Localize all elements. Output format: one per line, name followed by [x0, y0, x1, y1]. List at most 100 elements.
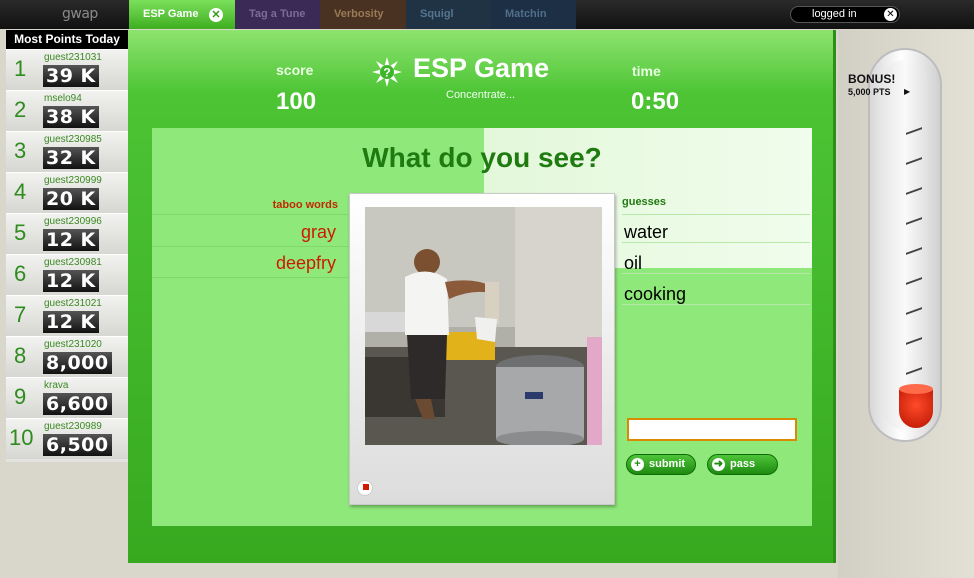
game-subtitle: Concentrate... [446, 89, 516, 101]
submit-button[interactable]: + submit [626, 454, 696, 475]
pass-label: pass [730, 458, 756, 470]
thermometer-fill [899, 384, 933, 428]
guesses-label: guesses [622, 196, 667, 208]
leaderboard-row: 7 guest231021 12 K [6, 295, 128, 336]
guess-item: cooking [624, 284, 687, 304]
pass-button[interactable]: ➜ pass [707, 454, 778, 475]
leaderboard-row: 2 mselo94 38 K [6, 90, 128, 131]
player-name[interactable]: guest230989 [44, 421, 102, 432]
game-title: ESP Game [413, 53, 550, 83]
close-icon[interactable]: ✕ [209, 8, 223, 22]
rank: 2 [14, 97, 27, 122]
player-name[interactable]: guest231021 [44, 298, 102, 309]
time-value: 0:50 [631, 88, 680, 115]
player-score: 8,000 [43, 352, 112, 374]
arrow-right-icon: ➜ [712, 458, 725, 471]
photo-card [349, 193, 615, 505]
player-score: 32 K [43, 147, 99, 169]
leaderboard-row: 8 guest231020 8,000 [6, 336, 128, 377]
close-icon[interactable]: ✕ [884, 8, 897, 21]
tab-esp-game[interactable]: ESP Game ✕ [129, 0, 235, 29]
svg-text:?: ? [383, 66, 390, 80]
player-name[interactable]: guest230999 [44, 175, 102, 186]
tick-mark [906, 217, 922, 225]
player-name[interactable]: guest231031 [44, 52, 102, 63]
tick-mark [906, 277, 922, 285]
player-name[interactable]: guest231020 [44, 339, 102, 350]
rank: 4 [14, 179, 27, 204]
tab-tag-a-tune[interactable]: Tag a Tune [235, 0, 320, 29]
taboo-word: gray [300, 222, 336, 242]
divider [622, 242, 810, 243]
bonus-label: BONUS! [848, 72, 896, 86]
tab-matchin[interactable]: Matchin [491, 0, 576, 29]
time-label: time [632, 63, 661, 79]
player-score: 6,600 [43, 393, 112, 415]
player-name[interactable]: guest230985 [44, 134, 102, 145]
rank: 1 [14, 56, 27, 81]
divider [622, 214, 810, 215]
rank: 9 [14, 384, 27, 409]
score-label: score [276, 62, 314, 78]
taboo-words-label: taboo words [272, 199, 338, 211]
leaderboard-row: 10 guest230989 6,500 [6, 418, 128, 459]
tick-mark [906, 187, 922, 195]
player-name[interactable]: mselo94 [44, 93, 82, 104]
leaderboard-row: 6 guest230981 12 K [6, 254, 128, 295]
taboo-word: deepfry [275, 253, 336, 273]
play-panel: What do you see? taboo words gray deepfr… [152, 128, 812, 526]
leaderboard-row: 5 guest230996 12 K [6, 213, 128, 254]
caret-right-icon: ▶ [904, 87, 911, 96]
rank: 8 [14, 343, 27, 368]
tick-mark [906, 337, 922, 345]
player-name[interactable]: guest230996 [44, 216, 102, 227]
question-heading: What do you see? [362, 142, 602, 173]
tick-mark [906, 307, 922, 315]
player-name[interactable]: guest230981 [44, 257, 102, 268]
top-nav-bar: gwap ESP Game ✕ Tag a Tune Verbosity Squ… [0, 0, 974, 29]
tick-mark [906, 127, 922, 135]
flag-report-icon[interactable] [357, 480, 373, 496]
leaderboard: Most Points Today 1 guest231031 39 K 2 m… [6, 30, 128, 462]
player-score: 39 K [43, 65, 99, 87]
plus-icon: + [631, 458, 644, 471]
rank: 10 [9, 425, 34, 450]
player-score: 6,500 [43, 434, 112, 456]
divider [152, 246, 348, 247]
divider [622, 273, 810, 274]
tab-label: ESP Game [143, 8, 199, 20]
player-score: 12 K [43, 270, 99, 292]
submit-label: submit [649, 458, 686, 470]
gwap-logo[interactable]: gwap [62, 6, 98, 22]
tick-mark [906, 367, 922, 375]
guess-item: oil [624, 253, 643, 273]
rank: 6 [14, 261, 27, 286]
rank: 7 [14, 302, 27, 327]
game-board: score 100 ? ESP Game Concentrate... time… [128, 30, 836, 563]
guess-item: water [624, 222, 669, 242]
tick-mark [906, 247, 922, 255]
tick-mark [906, 157, 922, 165]
login-status-button[interactable]: logged in ✕ [790, 6, 900, 23]
leaderboard-row: 4 guest230999 20 K [6, 172, 128, 213]
game-photo [365, 207, 602, 445]
divider [152, 277, 348, 278]
esp-logo-icon: ? [372, 57, 402, 87]
leaderboard-title: Most Points Today [6, 30, 128, 49]
login-label: logged in [812, 8, 857, 20]
guess-input[interactable] [627, 418, 797, 441]
photo-kitchen-scene [365, 207, 602, 445]
player-score: 20 K [43, 188, 99, 210]
divider [622, 304, 810, 305]
leaderboard-row: 1 guest231031 39 K [6, 49, 128, 90]
thermometer-tube [882, 60, 933, 430]
bonus-meter-area: BONUS! 5,000 PTS ▶ [838, 30, 974, 578]
bonus-points: 5,000 PTS [848, 87, 891, 97]
player-name[interactable]: krava [44, 380, 68, 391]
score-value: 100 [276, 88, 317, 115]
rank: 3 [14, 138, 27, 163]
tab-verbosity[interactable]: Verbosity [320, 0, 406, 29]
tab-squigl[interactable]: Squigl [406, 0, 491, 29]
bonus-thermometer [868, 48, 942, 442]
rank: 5 [14, 220, 27, 245]
